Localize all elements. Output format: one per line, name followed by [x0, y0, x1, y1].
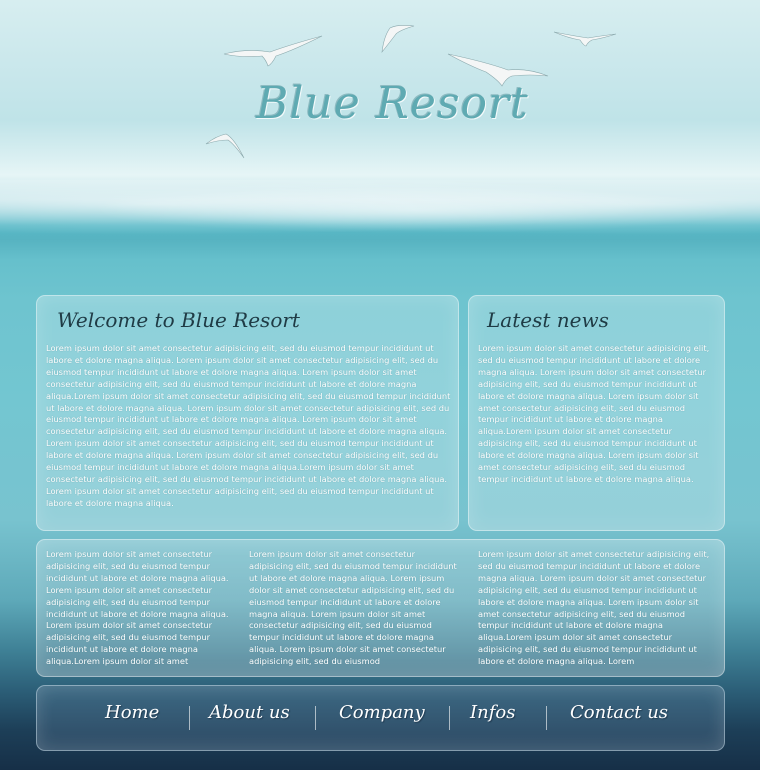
- columns-panel: Lorem ipsum dolor sit amet consectetur a…: [36, 539, 725, 677]
- column-text-2: Lorem ipsum dolor sit amet consectetur a…: [249, 549, 457, 667]
- seagull-icon: [223, 35, 323, 67]
- welcome-text: Lorem ipsum dolor sit amet consectetur a…: [46, 343, 451, 508]
- seagull-icon: [381, 25, 415, 54]
- seagull-icon: [205, 133, 245, 159]
- news-panel: Latest news Lorem ipsum dolor sit amet c…: [468, 295, 725, 531]
- news-title: Latest news: [487, 308, 609, 332]
- wave-decoration: [0, 180, 760, 240]
- nav-home[interactable]: Home: [105, 702, 159, 723]
- nav-infos[interactable]: Infos: [470, 702, 515, 723]
- column-text-1: Lorem ipsum dolor sit amet consectetur a…: [46, 549, 229, 667]
- main-navigation: Home About us Company Infos Contact us: [36, 685, 725, 751]
- nav-contact-us[interactable]: Contact us: [570, 702, 668, 723]
- nav-company[interactable]: Company: [339, 702, 425, 723]
- welcome-title: Welcome to Blue Resort: [57, 308, 300, 332]
- nav-about-us[interactable]: About us: [209, 702, 290, 723]
- nav-divider: [315, 706, 316, 730]
- nav-divider: [189, 706, 190, 730]
- column-text-3: Lorem ipsum dolor sit amet consectetur a…: [478, 549, 710, 667]
- site-logo[interactable]: Blue Resort: [256, 78, 528, 142]
- nav-divider: [546, 706, 547, 730]
- header-banner: Blue Resort: [0, 0, 760, 240]
- news-text: Lorem ipsum dolor sit amet consectetur a…: [478, 343, 710, 484]
- seagull-icon: [553, 31, 617, 47]
- welcome-panel: Welcome to Blue Resort Lorem ipsum dolor…: [36, 295, 459, 531]
- nav-divider: [449, 706, 450, 730]
